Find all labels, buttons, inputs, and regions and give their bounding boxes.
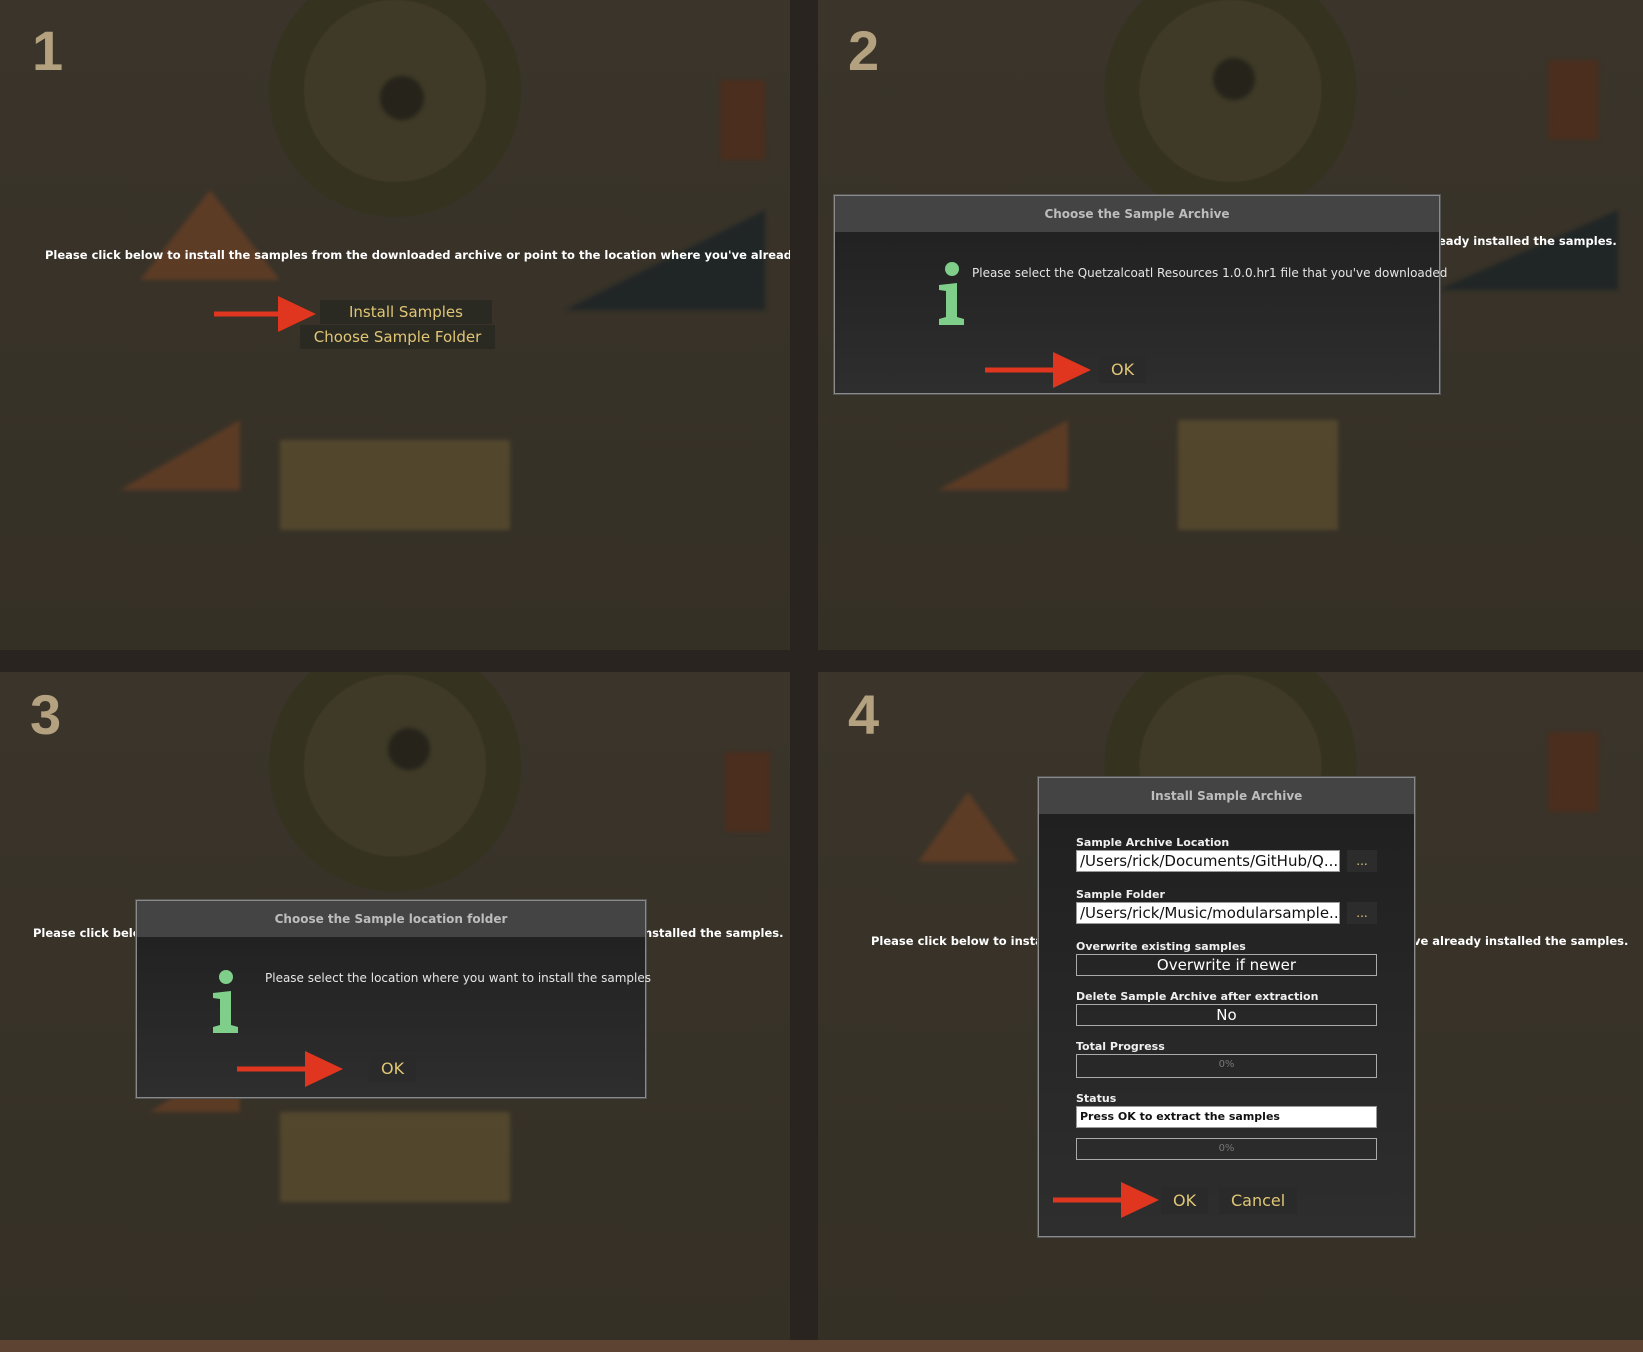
step-number: 3: [30, 683, 62, 746]
step-number: 2: [848, 19, 880, 82]
dialog-message: Please select the Quetzalcoatl Resources…: [972, 266, 1448, 280]
delete-archive-select[interactable]: No: [1076, 1004, 1377, 1026]
step-1-panel: 1 Please click below to install the samp…: [0, 0, 790, 650]
step-number: 1: [32, 19, 64, 82]
overwrite-label: Overwrite existing samples: [1076, 940, 1246, 953]
choose-sample-archive-dialog: Choose the Sample Archive Please select …: [834, 195, 1447, 394]
instruction-text: nstalled the samples.: [644, 926, 784, 940]
status-progress-bar: 0%: [1076, 1138, 1377, 1160]
bg-decoration: [725, 752, 770, 832]
bg-decoration: [140, 190, 280, 280]
browse-folder-button[interactable]: ...: [1347, 902, 1377, 924]
bottom-strip: [0, 1340, 1643, 1352]
bg-decoration: [1548, 732, 1598, 812]
bg-decoration: [918, 792, 1018, 862]
ok-button[interactable]: OK: [1099, 356, 1147, 383]
info-icon: [939, 262, 964, 325]
step-number: 4: [848, 683, 880, 746]
ok-button[interactable]: OK: [1161, 1187, 1209, 1214]
total-progress-label: Total Progress: [1076, 1040, 1165, 1053]
status-field: Press OK to extract the samples: [1076, 1106, 1377, 1128]
sample-folder-field[interactable]: /Users/rick/Music/modularsample...: [1076, 902, 1340, 924]
choose-sample-folder-button[interactable]: Choose Sample Folder: [300, 325, 495, 349]
bg-decoration: [720, 80, 765, 160]
bg-decoration: [280, 1112, 510, 1202]
choose-sample-location-dialog: Choose the Sample location folder Please…: [136, 900, 651, 1098]
arrow-icon: [985, 352, 1091, 388]
bg-decoration: [938, 420, 1068, 490]
bg-decoration: [380, 76, 424, 120]
sample-archive-location-field[interactable]: /Users/rick/Documents/GitHub/Q...: [1076, 850, 1340, 872]
bg-decoration: [1438, 210, 1618, 290]
bg-decoration: [280, 440, 510, 530]
bg-decoration: [1548, 60, 1598, 140]
total-progress-bar: 0%: [1076, 1054, 1377, 1078]
browse-archive-button[interactable]: ...: [1347, 850, 1377, 872]
arrow-icon: [1053, 1182, 1159, 1218]
dialog-message: Please select the location where you wan…: [265, 971, 651, 985]
sample-folder-label: Sample Folder: [1076, 888, 1165, 901]
bg-decoration: [120, 420, 240, 490]
ok-button[interactable]: OK: [369, 1055, 417, 1082]
bg-decoration: [1213, 58, 1255, 100]
delete-archive-label: Delete Sample Archive after extraction: [1076, 990, 1319, 1003]
bg-decoration: [1178, 420, 1338, 530]
status-label: Status: [1076, 1092, 1117, 1105]
dialog-title: Install Sample Archive: [1039, 778, 1414, 814]
info-icon: [213, 970, 238, 1033]
install-samples-button[interactable]: Install Samples: [320, 300, 492, 324]
bg-decoration: [388, 728, 430, 770]
instruction-text: Please click below to install the sample…: [45, 248, 790, 262]
dialog-title: Choose the Sample location folder: [137, 901, 645, 937]
cancel-button[interactable]: Cancel: [1219, 1187, 1298, 1214]
instruction-text: eady installed the samples.: [1438, 234, 1617, 248]
dialog-title: Choose the Sample Archive: [835, 196, 1439, 232]
instruction-text: ve already installed the samples.: [1413, 934, 1629, 948]
install-sample-archive-dialog: Install Sample Archive Sample Archive Lo…: [1038, 777, 1415, 1237]
sample-archive-location-label: Sample Archive Location: [1076, 836, 1230, 849]
overwrite-select[interactable]: Overwrite if newer: [1076, 954, 1377, 976]
arrow-icon: [237, 1051, 343, 1087]
